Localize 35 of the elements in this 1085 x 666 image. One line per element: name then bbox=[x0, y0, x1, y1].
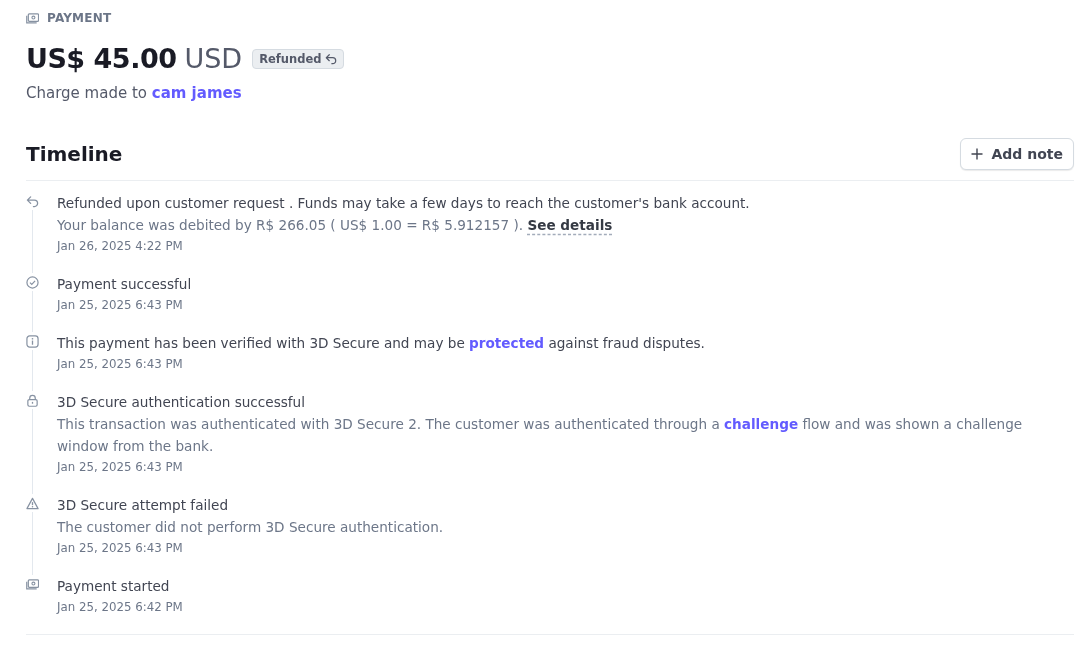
add-note-button[interactable]: Add note bbox=[960, 138, 1074, 170]
event-detail: Your balance was debited by R$ 266.05 ( US$ 1.00 = R$ 5.912157 ). See details bbox=[57, 216, 614, 235]
event-date: Jan 25, 2025 6:43 PM bbox=[57, 459, 184, 476]
plus-icon bbox=[971, 148, 984, 160]
event-date: Jan 25, 2025 6:42 PM bbox=[57, 599, 184, 616]
event-detail: This transaction was authenticated with 3D Secure 2. The customer was authenticated through a challenge flow and was shown a challenge window from the bank. bbox=[57, 415, 1024, 456]
currency: USD bbox=[184, 43, 243, 74]
banknote-icon bbox=[26, 11, 39, 25]
event-date: Jan 26, 2025 4:22 PM bbox=[57, 238, 184, 255]
section-title: Timeline bbox=[26, 142, 123, 166]
page-label: PAYMENT bbox=[47, 11, 112, 25]
return-arrow-icon bbox=[325, 52, 338, 65]
event-date: Jan 25, 2025 6:43 PM bbox=[57, 540, 184, 557]
return-arrow-icon bbox=[26, 195, 39, 208]
status-badge: Refunded bbox=[252, 48, 345, 69]
event-date: Jan 25, 2025 6:43 PM bbox=[57, 297, 184, 314]
check-circle-icon bbox=[26, 276, 39, 289]
info-icon bbox=[26, 335, 39, 348]
event-title: Refunded upon customer request . Funds may take a few days to reach the customer's bank account. bbox=[57, 194, 751, 213]
event-title: Payment started bbox=[57, 577, 171, 596]
customer-link[interactable]: cam james bbox=[151, 84, 242, 102]
lock-icon bbox=[26, 394, 39, 407]
banknote-icon bbox=[26, 578, 39, 591]
event-date: Jan 25, 2025 6:43 PM bbox=[57, 356, 184, 373]
charge-description: Charge made to cam james bbox=[26, 84, 243, 102]
see-details-link[interactable]: See details bbox=[527, 217, 613, 233]
event-detail: The customer did not perform 3D Secure authentication. bbox=[57, 518, 445, 537]
warning-icon bbox=[26, 497, 39, 510]
event-title: 3D Secure authentication successful bbox=[57, 393, 306, 412]
link[interactable]: protected bbox=[469, 335, 545, 351]
event-title: Payment successful bbox=[57, 275, 193, 294]
link[interactable]: challenge bbox=[724, 416, 799, 432]
event-title: 3D Secure attempt failed bbox=[57, 496, 230, 515]
event-title: This payment has been verified with 3D Secure and may be protected against fraud disputes. bbox=[57, 334, 706, 353]
amount: US$ 45.00 bbox=[26, 43, 177, 74]
